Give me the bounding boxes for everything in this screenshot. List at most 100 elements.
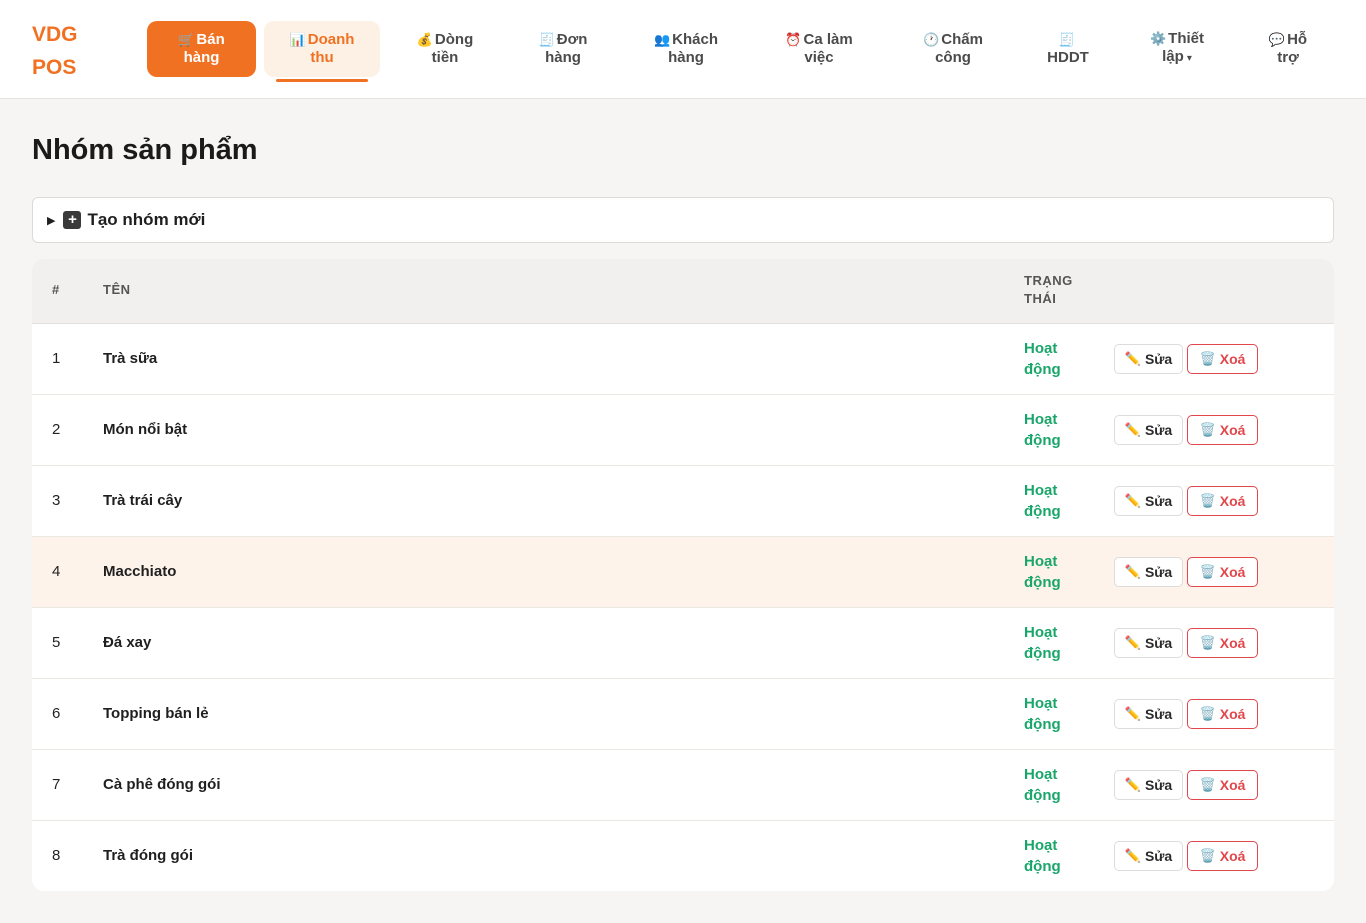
page-title: Nhóm sản phẩm xyxy=(32,134,258,166)
nav-khach-hang[interactable]: 👥 Khách hàng xyxy=(636,21,736,77)
row-index: 4 xyxy=(52,563,61,580)
pencil-icon: ✏️ xyxy=(1124,706,1141,721)
delete-label: Xoá xyxy=(1219,351,1246,367)
top-navigation-bar: VDG POS 🛒 Bán hàng 📊 Doanh thu 💰 Dòng tiền … xyxy=(0,0,1366,99)
row-status: Hoạt động xyxy=(1024,480,1084,522)
status-line2: động xyxy=(1024,432,1061,449)
edit-label: Sửa xyxy=(1144,777,1173,793)
gear-icon: ⚙️ xyxy=(1149,31,1167,46)
row-index: 5 xyxy=(52,634,61,651)
status-line2: động xyxy=(1024,858,1061,875)
edit-button[interactable]: ✏️ Sửa xyxy=(1114,699,1183,729)
nav-ca-lam-viec[interactable]: ⏰ Ca làm việc xyxy=(764,21,874,77)
row-name: Topping bán lẻ xyxy=(103,705,209,722)
delete-button[interactable]: 🗑️ Xoá xyxy=(1187,628,1258,658)
row-name: Macchiato xyxy=(103,563,177,580)
edit-button[interactable]: ✏️ Sửa xyxy=(1114,557,1183,587)
nav-thiet-lap[interactable]: ⚙️ Thiết lập ▾ xyxy=(1130,21,1224,77)
edit-label: Sửa xyxy=(1144,564,1173,580)
alarm-clock-icon: ⏰ xyxy=(785,32,802,47)
delete-label: Xoá xyxy=(1219,635,1246,651)
row-status: Hoạt động xyxy=(1024,693,1084,735)
delete-button[interactable]: 🗑️ Xoá xyxy=(1187,415,1258,445)
row-status: Hoạt động xyxy=(1024,338,1084,380)
trash-icon: 🗑️ xyxy=(1199,706,1216,721)
table-row: 2 Món nổi bật Hoạt động ✏️ Sửa 🗑️ Xoá xyxy=(32,395,1334,466)
delete-label: Xoá xyxy=(1219,493,1246,509)
header-status-line1: TRẠNG xyxy=(1024,273,1073,288)
delete-button[interactable]: 🗑️ Xoá xyxy=(1187,486,1258,516)
nav-label-line1: Thiết xyxy=(1168,30,1205,47)
row-index: 3 xyxy=(52,492,61,509)
row-name: Đá xay xyxy=(103,634,152,651)
trash-icon: 🗑️ xyxy=(1199,777,1216,792)
edit-button[interactable]: ✏️ Sửa xyxy=(1114,841,1183,871)
nav-doanh-thu[interactable]: 📊 Doanh thu xyxy=(264,21,380,82)
delete-button[interactable]: 🗑️ Xoá xyxy=(1187,770,1258,800)
nav-label-line2: tiền xyxy=(431,49,459,66)
nav-dong-tien[interactable]: 💰 Dòng tiền xyxy=(395,21,495,77)
nav-label-line2: thu xyxy=(310,49,334,66)
status-line2: động xyxy=(1024,787,1061,804)
nav-label-line2: công xyxy=(935,49,971,66)
nav-label-line1: Dòng xyxy=(434,31,474,48)
delete-button[interactable]: 🗑️ Xoá xyxy=(1187,699,1258,729)
money-bag-icon: 💰 xyxy=(416,32,433,47)
row-index: 6 xyxy=(52,705,61,722)
nav-label-line2: trợ xyxy=(1277,49,1299,66)
brand-line-1: VDG xyxy=(32,23,78,46)
cart-icon: 🛒 xyxy=(178,32,195,47)
nav-ho-tro[interactable]: 💬 Hỗ trợ xyxy=(1250,21,1326,77)
create-group-toggle[interactable]: ▶ + Tạo nhóm mới xyxy=(32,197,1334,243)
pencil-icon: ✏️ xyxy=(1124,777,1141,792)
edit-button[interactable]: ✏️ Sửa xyxy=(1114,344,1183,374)
status-line1: Hoạt xyxy=(1024,766,1058,783)
delete-label: Xoá xyxy=(1219,706,1246,722)
nav-label-line1: Bán xyxy=(196,31,225,48)
status-line2: động xyxy=(1024,503,1061,520)
delete-button[interactable]: 🗑️ Xoá xyxy=(1187,841,1258,871)
nav-label-line2: lập xyxy=(1162,48,1184,65)
nav-label-line2: hàng xyxy=(183,49,220,66)
row-status: Hoạt động xyxy=(1024,409,1084,451)
chevron-down-icon: ▾ xyxy=(1186,53,1192,64)
edit-button[interactable]: ✏️ Sửa xyxy=(1114,628,1183,658)
nav-label-line1: Hỗ xyxy=(1287,31,1308,48)
edit-label: Sửa xyxy=(1144,351,1173,367)
status-line2: động xyxy=(1024,574,1061,591)
delete-label: Xoá xyxy=(1219,564,1246,580)
table-row: 6 Topping bán lẻ Hoạt động ✏️ Sửa 🗑️ Xoá xyxy=(32,679,1334,750)
nav-label-line2: HDDT xyxy=(1047,49,1089,66)
active-tab-underline xyxy=(276,79,368,82)
edit-button[interactable]: ✏️ Sửa xyxy=(1114,770,1183,800)
create-group-label: Tạo nhóm mới xyxy=(87,210,206,229)
delete-button[interactable]: 🗑️ Xoá xyxy=(1187,557,1258,587)
table-row: 7 Cà phê đóng gói Hoạt động ✏️ Sửa 🗑️ Xoá xyxy=(32,750,1334,821)
nav-ban-hang[interactable]: 🛒 Bán hàng xyxy=(147,21,256,77)
trash-icon: 🗑️ xyxy=(1199,564,1216,579)
delete-button[interactable]: 🗑️ Xoá xyxy=(1187,344,1258,374)
row-index: 2 xyxy=(52,421,61,438)
clock-icon: 🕐 xyxy=(923,32,940,47)
row-status: Hoạt động xyxy=(1024,764,1084,806)
nav-label-line1: Khách xyxy=(672,31,719,48)
status-line1: Hoạt xyxy=(1024,624,1058,641)
delete-label: Xoá xyxy=(1219,777,1246,793)
chat-icon: 💬 xyxy=(1268,32,1286,47)
header-status-line2: THÁI xyxy=(1024,291,1057,306)
row-name: Trà đóng gói xyxy=(103,847,193,864)
status-line2: động xyxy=(1024,645,1061,662)
table-row: 1 Trà sữa Hoạt động ✏️ Sửa 🗑️ Xoá xyxy=(32,324,1334,395)
nav-label-line1: Doanh xyxy=(307,31,355,48)
status-line1: Hoạt xyxy=(1024,411,1058,428)
plus-icon: + xyxy=(63,211,82,229)
edit-button[interactable]: ✏️ Sửa xyxy=(1114,486,1183,516)
brand-line-2: POS xyxy=(32,56,77,79)
row-index: 8 xyxy=(52,847,61,864)
edit-button[interactable]: ✏️ Sửa xyxy=(1114,415,1183,445)
edit-label: Sửa xyxy=(1144,706,1173,722)
nav-hddt[interactable]: 🧾 HDDT xyxy=(1028,21,1108,77)
nav-don-hang[interactable]: 🧾 Đơn hàng xyxy=(513,21,613,77)
nav-cham-cong[interactable]: 🕐 Chấm công xyxy=(903,21,1003,77)
brand-logo[interactable]: VDG POS xyxy=(32,18,102,84)
